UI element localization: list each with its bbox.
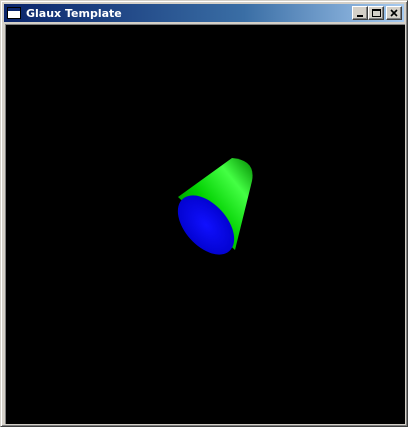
minimize-button[interactable]: [352, 6, 368, 20]
window-app-icon[interactable]: [6, 6, 22, 20]
cone-object: [177, 158, 253, 255]
app-window: Glaux Template: [0, 0, 408, 427]
maximize-button[interactable]: [368, 6, 384, 20]
minimize-icon: [357, 15, 363, 17]
window-controls: [352, 6, 402, 20]
rendered-scene: [177, 158, 253, 255]
close-button[interactable]: [386, 6, 402, 20]
maximize-icon: [372, 9, 381, 17]
opengl-viewport[interactable]: [5, 24, 405, 424]
close-icon: [390, 9, 398, 17]
title-bar[interactable]: Glaux Template: [4, 4, 404, 22]
window-title: Glaux Template: [26, 6, 122, 20]
